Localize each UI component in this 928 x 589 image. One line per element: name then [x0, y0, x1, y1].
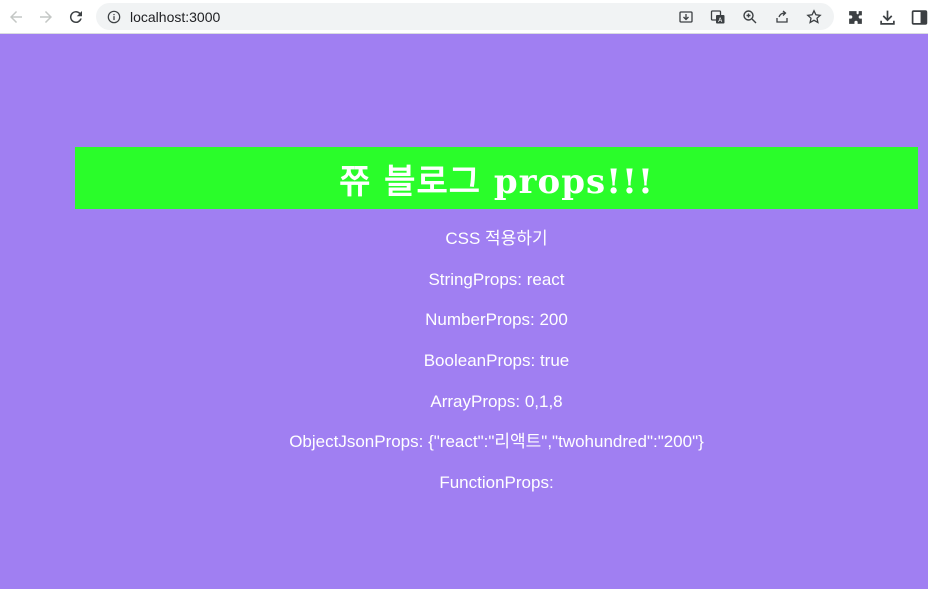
css-line: CSS 적용하기 — [445, 229, 548, 248]
forward-button[interactable] — [32, 3, 60, 31]
downloads-icon[interactable] — [874, 4, 900, 30]
array-props-line: ArrayProps: 0,1,8 — [430, 391, 563, 411]
extensions-icon[interactable] — [842, 4, 868, 30]
side-panel-icon[interactable] — [906, 4, 928, 30]
page-content: 쮸 블로그 props!!! CSS 적용하기 StringProps: rea… — [0, 35, 928, 589]
string-props-line: StringProps: react — [428, 269, 565, 289]
props-list: CSS 적용하기 StringProps: react NumberProps:… — [0, 227, 928, 512]
share-icon[interactable] — [770, 6, 794, 27]
browser-toolbar: localhost:3000 A — [0, 0, 928, 34]
back-button[interactable] — [2, 3, 30, 31]
function-props-line: FunctionProps: — [439, 473, 554, 493]
reload-icon — [69, 10, 82, 23]
boolean-props-line: BooleanProps: true — [423, 351, 570, 371]
object-props-line: ObjectJsonProps: {"react":"리액트","twohund… — [289, 432, 704, 452]
number-props-line: NumberProps: 200 — [425, 310, 568, 330]
back-arrow-icon — [10, 10, 22, 23]
address-bar[interactable]: localhost:3000 A — [96, 3, 834, 30]
forward-arrow-icon — [40, 10, 52, 23]
title-banner: 쮸 블로그 props!!! — [75, 147, 918, 209]
page-title: 쮸 블로그 props!!! — [339, 161, 654, 202]
translate-icon[interactable]: A — [706, 6, 730, 27]
reload-button[interactable] — [62, 3, 90, 31]
zoom-icon[interactable] — [738, 6, 762, 27]
install-app-icon[interactable] — [674, 6, 698, 27]
site-info-icon[interactable] — [106, 9, 122, 25]
url-text[interactable]: localhost:3000 — [130, 9, 220, 25]
bookmark-star-icon[interactable] — [802, 6, 826, 27]
